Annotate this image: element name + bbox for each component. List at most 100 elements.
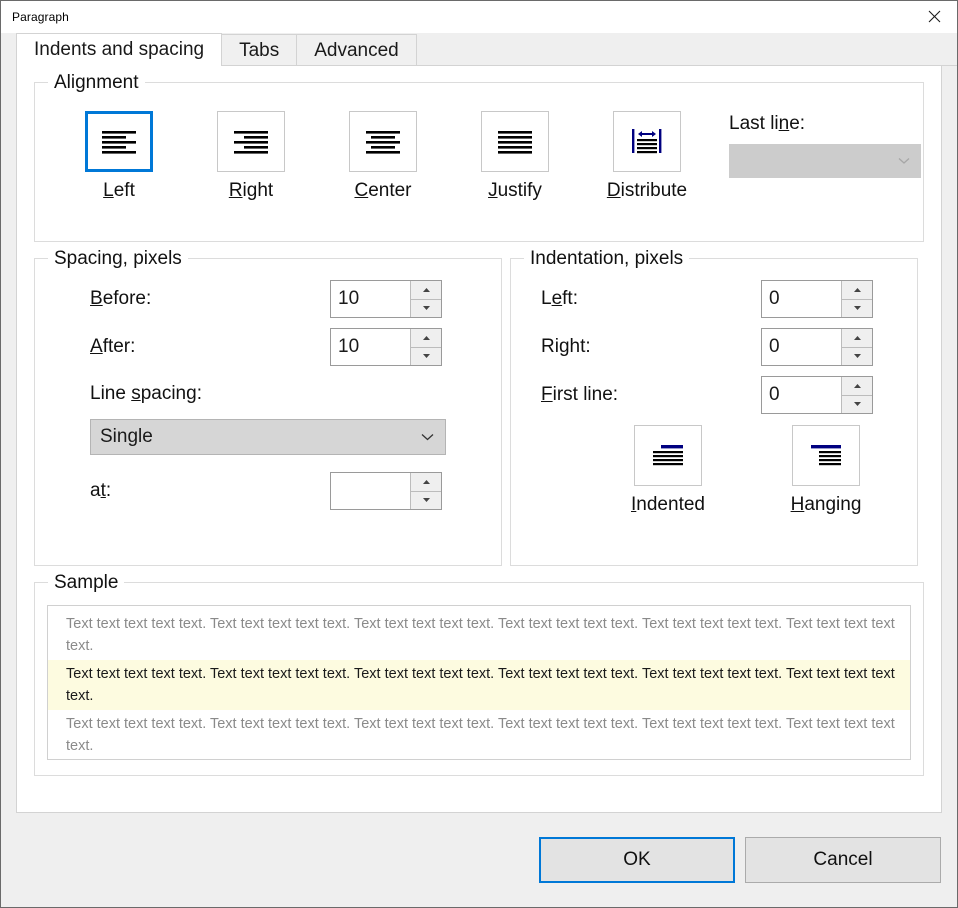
tab-strip-filler <box>415 33 957 66</box>
spin-up-button[interactable] <box>411 329 441 348</box>
indent-first-line-label: First line: <box>541 384 619 405</box>
line-spacing-at-spinner[interactable] <box>330 472 442 510</box>
spin-down-button[interactable] <box>411 300 441 318</box>
spin-up-button[interactable] <box>411 473 441 492</box>
alignment-options-row: Left Right Center Justify Distribute Las… <box>35 83 923 202</box>
align-distribute-icon <box>632 128 662 153</box>
spin-up-button[interactable] <box>411 281 441 300</box>
window-title: Paragraph <box>12 9 69 24</box>
spacing-before-value[interactable]: 10 <box>331 281 410 317</box>
spacing-after-spinner[interactable]: 10 <box>330 328 442 366</box>
spacing-after-row: After: 10 <box>90 323 501 371</box>
indent-right-label: Right: <box>541 336 591 357</box>
line-spacing-dropdown[interactable]: Single <box>90 419 446 455</box>
spacing-before-spinner[interactable]: 10 <box>330 280 442 318</box>
tab-label: Advanced <box>314 39 399 61</box>
indent-hanging-icon <box>811 444 841 465</box>
alignment-option-right[interactable]: Right <box>185 111 317 202</box>
spin-down-button[interactable] <box>842 348 872 366</box>
alignment-left-button[interactable] <box>85 111 153 172</box>
indent-right-row: Right: 0 <box>541 323 917 371</box>
spacing-before-row: Before: 10 <box>90 275 501 323</box>
line-spacing-value: Single <box>100 426 153 447</box>
triangle-up-icon <box>422 479 430 484</box>
spin-up-button[interactable] <box>842 377 872 396</box>
indentation-group: Indentation, pixels Left: 0 Right: 0 Fir… <box>510 248 918 566</box>
sample-preview: Text text text text text. Text text text… <box>47 605 911 760</box>
last-line-dropdown[interactable] <box>729 144 921 178</box>
line-spacing-at-spin-buttons <box>410 473 441 509</box>
spacing-after-spin-buttons <box>410 329 441 365</box>
alignment-justify-button[interactable] <box>481 111 549 172</box>
tab-label: Tabs <box>239 39 280 61</box>
spin-up-button[interactable] <box>842 281 872 300</box>
alignment-option-justify[interactable]: Justify <box>449 111 581 202</box>
spacing-after-label: After: <box>90 336 136 357</box>
triangle-up-icon <box>853 287 861 292</box>
chevron-down-icon <box>898 158 910 164</box>
chevron-down-icon <box>421 434 434 441</box>
indent-mode-hanging[interactable]: Hanging <box>747 425 905 516</box>
alignment-center-button[interactable] <box>349 111 417 172</box>
indent-left-value[interactable]: 0 <box>762 281 841 317</box>
alignment-option-left[interactable]: Left <box>53 111 185 202</box>
indent-first-line-spinner[interactable]: 0 <box>761 376 873 414</box>
triangle-up-icon <box>853 383 861 388</box>
alignment-left-label: Left <box>103 180 135 201</box>
align-justify-icon <box>498 130 532 154</box>
close-button[interactable] <box>912 1 957 32</box>
alignment-right-label: Right <box>228 180 274 201</box>
align-right-icon <box>234 130 268 154</box>
spacing-indentation-row: Spacing, pixels Before: 10 After: 10 Lin… <box>34 248 924 582</box>
triangle-down-icon <box>422 354 430 359</box>
spin-down-button[interactable] <box>842 396 872 414</box>
indent-right-spinner[interactable]: 0 <box>761 328 873 366</box>
line-spacing-label: Line spacing: <box>90 383 202 404</box>
ok-button[interactable]: OK <box>539 837 735 883</box>
title-bar: Paragraph <box>1 1 957 33</box>
indent-mode-indented[interactable]: Indented <box>589 425 747 516</box>
dialog-footer: OK Cancel <box>1 813 957 907</box>
indent-left-spinner[interactable]: 0 <box>761 280 873 318</box>
indent-first-line-value[interactable]: 0 <box>762 377 841 413</box>
alignment-distribute-button[interactable] <box>613 111 681 172</box>
last-line-value <box>730 145 739 166</box>
paragraph-dialog: Paragraph Indents and spacing Tabs Advan… <box>0 0 958 908</box>
align-center-icon <box>366 130 400 154</box>
triangle-down-icon <box>422 306 430 311</box>
spacing-before-spin-buttons <box>410 281 441 317</box>
indent-first-line-spin-buttons <box>841 377 872 413</box>
triangle-up-icon <box>422 335 430 340</box>
sample-paragraph: Text text text text text. Text text text… <box>66 716 895 755</box>
last-line-field: Last line: <box>729 111 921 178</box>
spacing-before-label: Before: <box>90 288 152 309</box>
triangle-down-icon <box>853 354 861 359</box>
spacing-after-value[interactable]: 10 <box>331 329 410 365</box>
indent-right-value[interactable]: 0 <box>762 329 841 365</box>
line-spacing-at-row: at: <box>90 467 501 515</box>
alignment-option-distribute[interactable]: Distribute <box>581 111 713 202</box>
spin-up-button[interactable] <box>842 329 872 348</box>
tab-strip: Indents and spacing Tabs Advanced <box>1 33 957 66</box>
sample-group: Sample Text text text text text. Text te… <box>34 572 924 776</box>
tab-tabs[interactable]: Tabs <box>221 34 298 66</box>
spin-down-button[interactable] <box>411 492 441 510</box>
tab-indents-and-spacing[interactable]: Indents and spacing <box>16 33 223 66</box>
spacing-group: Spacing, pixels Before: 10 After: 10 Lin… <box>34 248 502 566</box>
line-spacing-at-label: at: <box>90 480 112 501</box>
spin-down-button[interactable] <box>411 348 441 366</box>
align-left-icon <box>102 130 136 154</box>
cancel-button[interactable]: Cancel <box>745 837 941 883</box>
alignment-group-title: Alignment <box>48 72 145 94</box>
line-spacing-at-value[interactable] <box>331 473 410 509</box>
indent-indented-button[interactable] <box>634 425 702 486</box>
sample-group-title: Sample <box>48 572 125 594</box>
indent-left-label: Left: <box>541 288 578 309</box>
alignment-right-button[interactable] <box>217 111 285 172</box>
spin-down-button[interactable] <box>842 300 872 318</box>
tab-panel-indents-and-spacing: Alignment Left Right Center Justify Dist… <box>16 65 942 813</box>
tab-advanced[interactable]: Advanced <box>296 34 417 66</box>
alignment-option-center[interactable]: Center <box>317 111 449 202</box>
indent-hanging-button[interactable] <box>792 425 860 486</box>
alignment-justify-label: Justify <box>488 180 542 201</box>
